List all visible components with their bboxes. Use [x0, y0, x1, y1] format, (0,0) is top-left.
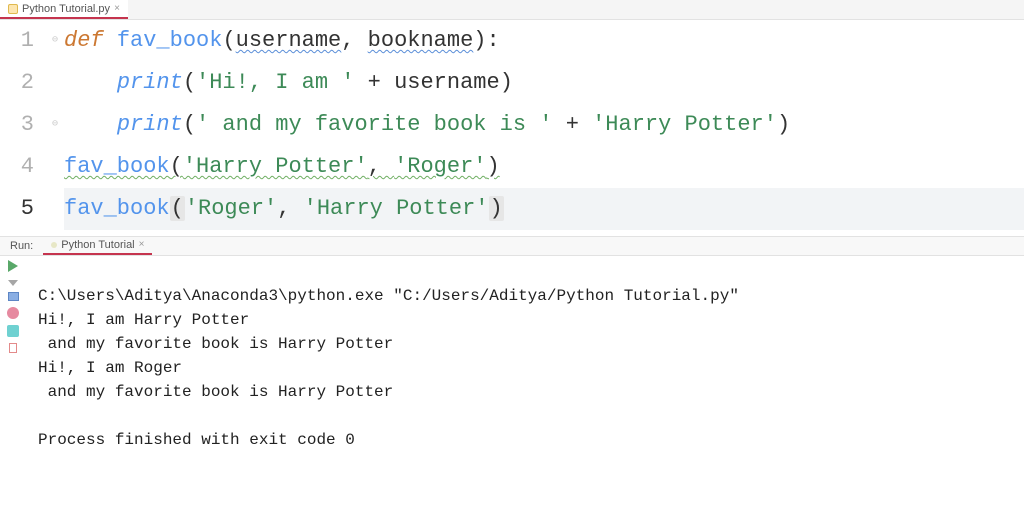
run-label: Run: [0, 240, 43, 252]
line-number: 1 [0, 20, 34, 62]
code-line[interactable]: fav_book('Harry Potter', 'Roger') [64, 146, 1024, 188]
run-config-icon [51, 242, 57, 248]
console-line: and my favorite book is Harry Potter [38, 383, 393, 401]
console-line: Hi!, I am Harry Potter [38, 311, 249, 329]
line-number: 5 [0, 188, 34, 230]
code-editor[interactable]: 1 2 3 4 5 ⊖ ⊖ def fav_book(username, boo… [0, 20, 1024, 230]
editor-tab-filename: Python Tutorial.py [22, 3, 110, 15]
console-line: Hi!, I am Roger [38, 359, 182, 377]
run-tab-name: Python Tutorial [61, 239, 134, 251]
run-icon-strip [0, 256, 26, 521]
console-line: Process finished with exit code 0 [38, 431, 355, 449]
line-number: 3 [0, 104, 34, 146]
editor-tab[interactable]: Python Tutorial.py × [0, 0, 128, 19]
console-output[interactable]: C:\Users\Aditya\Anaconda3\python.exe "C:… [26, 256, 1024, 521]
code-line[interactable]: print(' and my favorite book is ' + 'Har… [64, 104, 1024, 146]
run-tab[interactable]: Python Tutorial × [43, 237, 152, 255]
soft-wrap-icon[interactable] [8, 292, 19, 301]
run-panel: C:\Users\Aditya\Anaconda3\python.exe "C:… [0, 256, 1024, 521]
line-number: 4 [0, 146, 34, 188]
line-number: 2 [0, 62, 34, 104]
code-area[interactable]: def fav_book(username, bookname): print(… [64, 20, 1024, 230]
close-icon[interactable]: × [139, 240, 145, 250]
code-line[interactable]: def fav_book(username, bookname): [64, 20, 1024, 62]
code-line[interactable]: fav_book('Roger', 'Harry Potter') [64, 188, 1024, 230]
line-number-gutter: 1 2 3 4 5 [0, 20, 46, 230]
fold-marker-icon[interactable]: ⊖ [46, 20, 64, 62]
print-icon[interactable] [7, 325, 19, 337]
console-line: and my favorite book is Harry Potter [38, 335, 393, 353]
run-toolbar: Run: Python Tutorial × [0, 236, 1024, 256]
fold-column: ⊖ ⊖ [46, 20, 64, 230]
python-file-icon [8, 4, 18, 14]
stop-icon[interactable] [7, 307, 19, 319]
delete-icon[interactable] [9, 343, 17, 353]
scroll-down-icon[interactable] [8, 280, 18, 286]
console-line: C:\Users\Aditya\Anaconda3\python.exe "C:… [38, 287, 739, 305]
code-line[interactable]: print('Hi!, I am ' + username) [64, 62, 1024, 104]
editor-tab-bar: Python Tutorial.py × [0, 0, 1024, 20]
rerun-icon[interactable] [8, 260, 18, 272]
fold-marker-icon[interactable]: ⊖ [46, 104, 64, 146]
close-icon[interactable]: × [114, 4, 120, 14]
